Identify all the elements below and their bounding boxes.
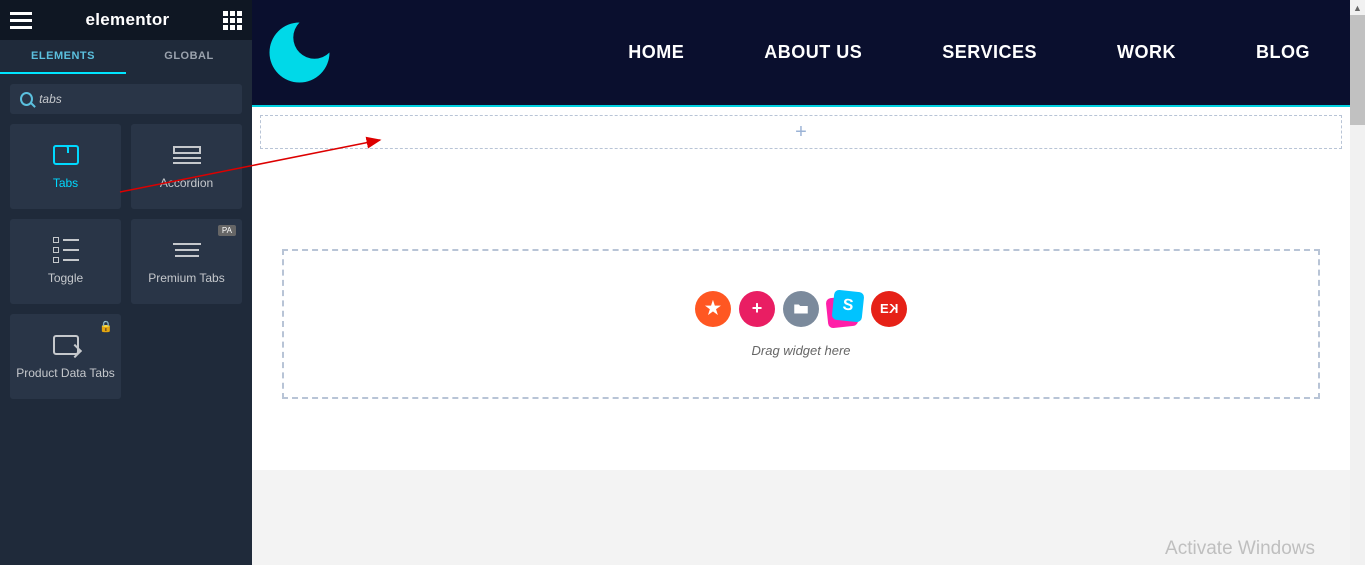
nav-work[interactable]: WORK — [1117, 42, 1176, 63]
tabs-icon — [52, 144, 80, 166]
drop-hint-text: Drag widget here — [752, 343, 851, 358]
editor-canvas: HOME ABOUT US SERVICES WORK BLOG + ★ + S… — [252, 0, 1350, 565]
product-data-tabs-icon — [52, 334, 80, 356]
windows-watermark: Activate Windows — [1165, 538, 1315, 560]
widget-label: Accordion — [160, 176, 213, 190]
widget-tabs[interactable]: Tabs — [10, 124, 121, 209]
plus-icon: + — [752, 298, 763, 319]
s-icon: S — [832, 289, 865, 322]
nav-about[interactable]: ABOUT US — [764, 42, 862, 63]
nav-blog[interactable]: BLOG — [1256, 42, 1310, 63]
site-logo-icon — [262, 15, 337, 90]
menu-icon[interactable] — [10, 12, 32, 29]
panel-tabs: ELEMENTS GLOBAL — [0, 40, 252, 74]
folder-icon — [792, 300, 810, 318]
lock-icon: 🔒 — [99, 320, 113, 333]
search-icon — [20, 92, 33, 106]
widget-list: Tabs Accordion Toggle PA Premium Tabs 🔒 — [0, 124, 252, 399]
nav-home[interactable]: HOME — [628, 42, 684, 63]
tab-global[interactable]: GLOBAL — [126, 40, 252, 74]
star-icon: ★ — [705, 298, 721, 319]
nav-services[interactable]: SERVICES — [942, 42, 1037, 63]
ekit-button[interactable]: EK — [871, 291, 907, 327]
pa-badge-icon: PA — [218, 225, 236, 236]
search-box — [10, 84, 242, 114]
premium-tabs-icon — [173, 239, 201, 261]
widget-toggle[interactable]: Toggle — [10, 219, 121, 304]
widget-drop-zone[interactable]: ★ + S EK Drag widget here — [282, 249, 1320, 399]
plus-icon[interactable]: + — [795, 121, 807, 144]
widget-label: Product Data Tabs — [16, 366, 115, 380]
search-input[interactable] — [39, 92, 232, 106]
panel-header: elementor — [0, 0, 252, 40]
stratum-button[interactable]: S — [827, 291, 863, 327]
template-button[interactable] — [783, 291, 819, 327]
site-header: HOME ABOUT US SERVICES WORK BLOG — [252, 0, 1350, 107]
elementor-logo: elementor — [86, 10, 170, 30]
widget-label: Premium Tabs — [148, 271, 224, 285]
widget-label: Toggle — [48, 271, 83, 285]
add-section-area[interactable]: + — [260, 115, 1342, 149]
toggle-icon — [52, 239, 80, 261]
widgets-grid-icon[interactable] — [223, 11, 242, 30]
tab-elements[interactable]: ELEMENTS — [0, 40, 126, 74]
elementor-panel: elementor ELEMENTS GLOBAL Tabs Accordion — [0, 0, 252, 565]
favorites-button[interactable]: ★ — [695, 291, 731, 327]
accordion-icon — [173, 144, 201, 166]
vertical-scrollbar[interactable]: ▲ — [1350, 0, 1365, 565]
scroll-thumb[interactable] — [1350, 15, 1365, 125]
scroll-up-icon[interactable]: ▲ — [1350, 0, 1365, 15]
widget-premium-tabs[interactable]: PA Premium Tabs — [131, 219, 242, 304]
widget-product-data-tabs[interactable]: 🔒 Product Data Tabs — [10, 314, 121, 399]
ek-icon: EK — [880, 301, 898, 316]
widget-accordion[interactable]: Accordion — [131, 124, 242, 209]
dropzone-buttons: ★ + S EK — [695, 291, 907, 327]
main-nav: HOME ABOUT US SERVICES WORK BLOG — [628, 42, 1310, 63]
widget-label: Tabs — [53, 176, 78, 190]
add-widget-button[interactable]: + — [739, 291, 775, 327]
